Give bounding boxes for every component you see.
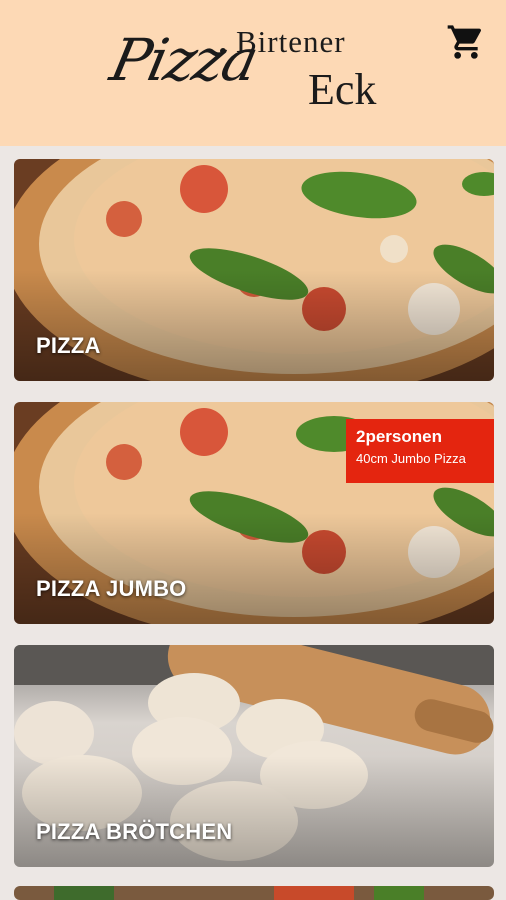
category-card-pizza-broetchen[interactable]: PIZZA BRÖTCHEN xyxy=(14,645,494,867)
category-label: PIZZA JUMBO xyxy=(36,576,187,601)
shopping-cart-icon[interactable] xyxy=(446,22,486,62)
badge-title: 2personen xyxy=(356,427,442,446)
badge-subtitle: 40cm Jumbo Pizza xyxy=(356,451,466,466)
partial-card-image xyxy=(14,886,494,900)
category-card-partial[interactable] xyxy=(14,886,494,900)
logo-line2: Eck xyxy=(308,65,377,114)
logo-dot xyxy=(220,48,226,54)
category-card-pizza-jumbo[interactable]: 2personen 40cm Jumbo Pizza PIZZA JUMBO xyxy=(14,402,494,624)
category-label: PIZZA BRÖTCHEN xyxy=(36,819,233,844)
logo-script: Pizza xyxy=(104,26,263,94)
jumbo-promo-badge: 2personen 40cm Jumbo Pizza xyxy=(346,419,494,483)
category-card-pizza[interactable]: PIZZA xyxy=(14,159,494,381)
birtener-pizza-eck-logo[interactable]: Birtener Pizza Eck xyxy=(105,14,402,126)
category-label: PIZZA xyxy=(36,333,101,358)
app-header: Birtener Pizza Eck xyxy=(0,0,506,146)
